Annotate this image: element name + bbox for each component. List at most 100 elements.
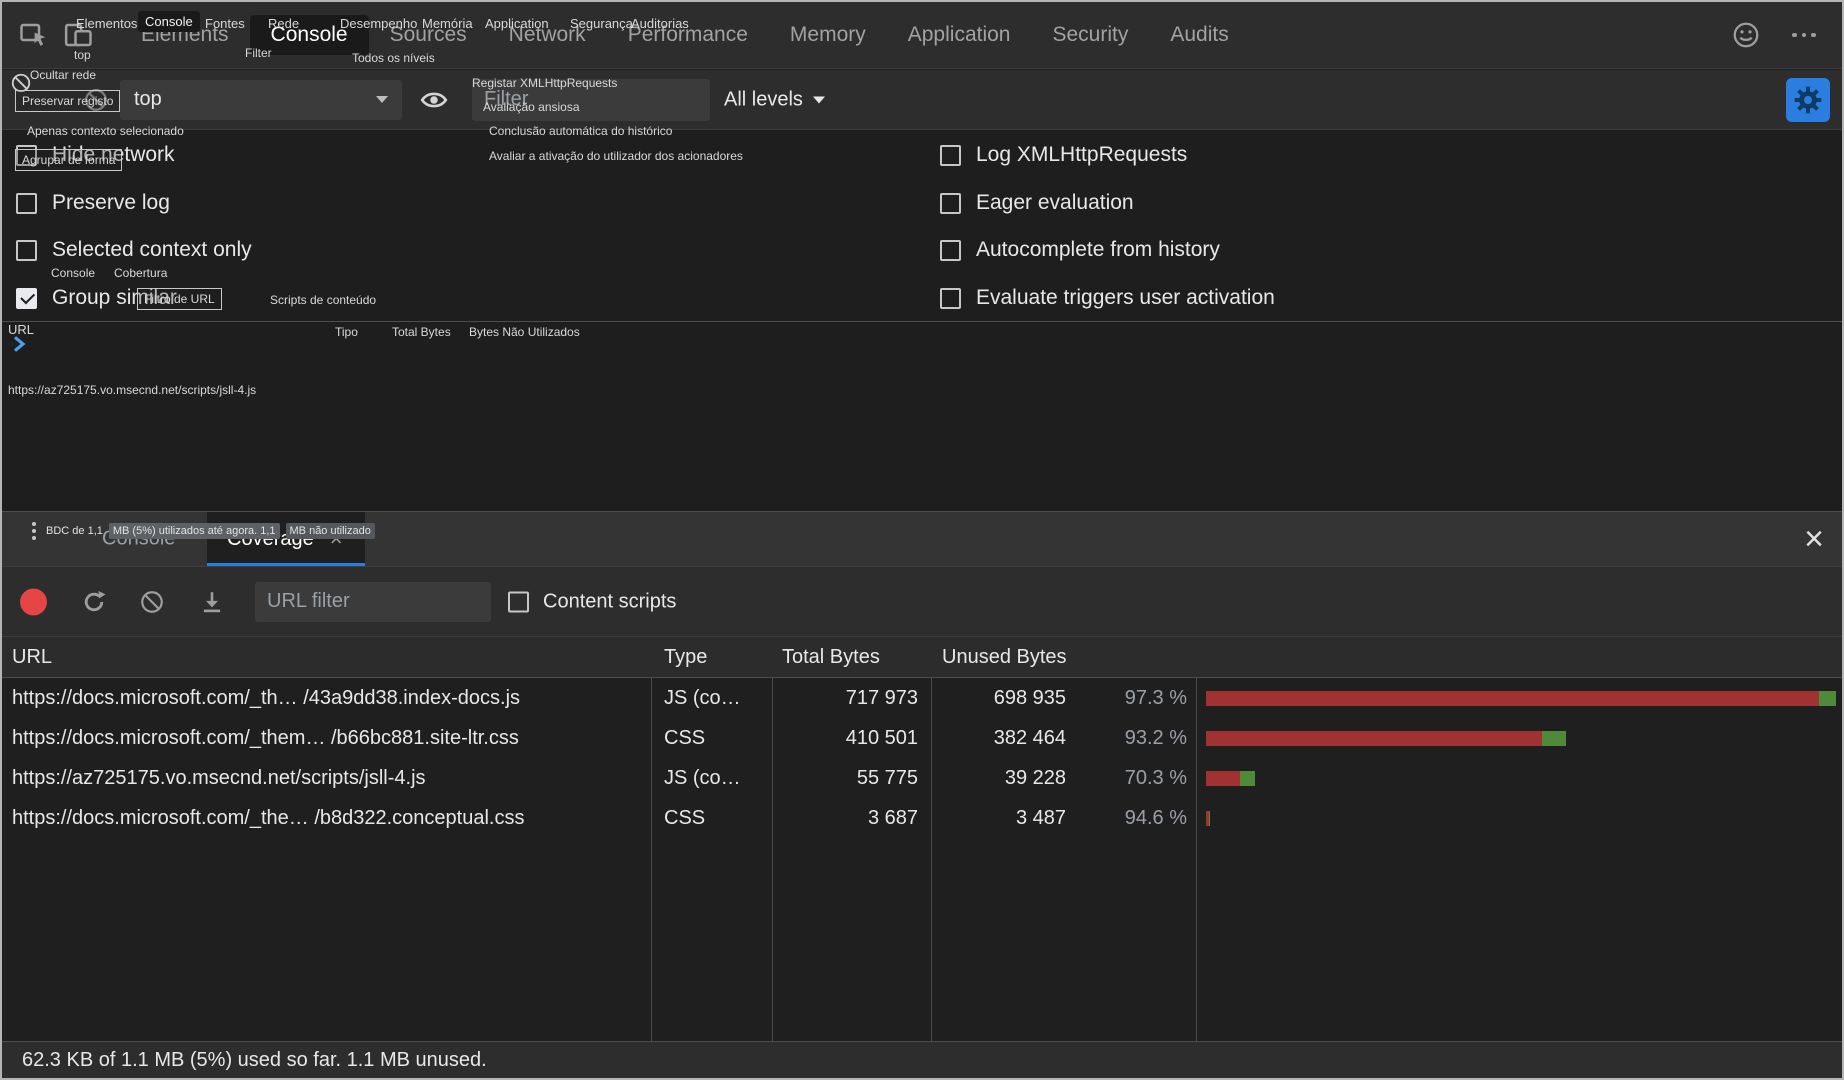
usage-bar	[1206, 731, 1836, 746]
setting-label: Group similar	[52, 286, 177, 310]
checkbox[interactable]	[16, 288, 37, 309]
coverage-toolbar: Content scripts	[2, 567, 1842, 637]
setting-selected-context-only[interactable]: Selected context only	[16, 235, 252, 265]
tab-sources[interactable]: Sources	[369, 15, 488, 55]
row-type: CSS	[664, 798, 705, 838]
coverage-summary-text: 62.3 KB of 1.1 MB (5%) used so far. 1.1 …	[22, 1049, 487, 1072]
setting-label: Autocomplete from history	[976, 238, 1220, 262]
row-unused-bytes: 382 464	[936, 718, 1066, 758]
row-type: CSS	[664, 718, 705, 758]
drawer-tab-coverage[interactable]: Coverage ×	[207, 512, 365, 566]
feedback-smiley-icon[interactable]	[1724, 13, 1768, 57]
console-settings-panel: Hide network Preserve log Selected conte…	[2, 130, 1842, 322]
live-expression-eye-icon[interactable]	[412, 78, 456, 122]
row-url: https://az725175.vo.msecnd.net/scripts/j…	[12, 758, 426, 798]
export-download-icon[interactable]	[190, 580, 234, 624]
row-total-bytes: 3 687	[782, 798, 918, 838]
panel-tabs: Elements Console Sources Network Perform…	[120, 15, 1250, 55]
header-total-bytes[interactable]: Total Bytes	[782, 637, 880, 677]
content-scripts-toggle[interactable]: Content scripts	[508, 590, 676, 613]
setting-log-xhr[interactable]: Log XMLHttpRequests	[940, 140, 1187, 170]
tab-performance[interactable]: Performance	[607, 15, 769, 55]
coverage-table-header: URL Type Total Bytes Unused Bytes	[2, 637, 1842, 678]
tab-elements[interactable]: Elements	[120, 15, 250, 55]
tab-network[interactable]: Network	[488, 15, 607, 55]
chevron-down-icon	[376, 96, 388, 103]
row-total-bytes: 410 501	[782, 718, 918, 758]
coverage-status-bar: 62.3 KB of 1.1 MB (5%) used so far. 1.1 …	[2, 1041, 1842, 1078]
context-selector-value: top	[134, 88, 162, 111]
checkbox[interactable]	[16, 240, 37, 261]
row-unused-percent: 97.3 %	[1068, 678, 1187, 718]
console-toolbar: top All levels	[2, 70, 1842, 130]
inspect-element-icon[interactable]	[12, 13, 56, 57]
drawer-tabbar: Console Coverage × ×	[2, 511, 1842, 567]
unused-bar-segment	[1206, 731, 1542, 746]
checkbox[interactable]	[940, 193, 961, 214]
setting-label: Eager evaluation	[976, 191, 1134, 215]
checkbox[interactable]	[940, 145, 961, 166]
more-options-icon[interactable]	[1782, 13, 1826, 57]
unused-bar-segment	[1206, 771, 1240, 786]
tab-audits[interactable]: Audits	[1149, 15, 1249, 55]
row-unused-percent: 94.6 %	[1068, 798, 1187, 838]
usage-bar	[1206, 771, 1836, 786]
devtools-main-toolbar: Elements Console Sources Network Perform…	[2, 2, 1842, 69]
device-toolbar-icon[interactable]	[56, 13, 100, 57]
clear-console-icon[interactable]	[74, 78, 118, 122]
setting-autocomplete-history[interactable]: Autocomplete from history	[940, 235, 1220, 265]
content-scripts-label: Content scripts	[543, 590, 676, 613]
setting-hide-network[interactable]: Hide network	[16, 140, 175, 170]
tab-memory[interactable]: Memory	[769, 15, 887, 55]
row-url: https://docs.microsoft.com/_th… /43a9dd3…	[12, 678, 520, 718]
gear-icon	[1792, 84, 1824, 116]
url-filter-input[interactable]	[255, 582, 491, 622]
checkbox[interactable]	[16, 145, 37, 166]
context-selector[interactable]: top	[120, 80, 402, 120]
tab-application[interactable]: Application	[887, 15, 1032, 55]
setting-group-similar[interactable]: Group similar	[16, 283, 177, 313]
row-total-bytes: 55 775	[782, 758, 918, 798]
drawer-close-icon[interactable]: ×	[1804, 522, 1824, 556]
setting-preserve-log[interactable]: Preserve log	[16, 188, 170, 218]
setting-label: Log XMLHttpRequests	[976, 143, 1187, 167]
row-type: JS (co…	[664, 678, 741, 718]
setting-eager-evaluation[interactable]: Eager evaluation	[940, 188, 1134, 218]
setting-label: Preserve log	[52, 191, 170, 215]
record-coverage-button[interactable]	[20, 588, 47, 615]
console-messages-area[interactable]	[2, 322, 1842, 511]
used-bar-segment	[1819, 691, 1836, 706]
row-unused-bytes: 3 487	[936, 798, 1066, 838]
checkbox[interactable]	[508, 591, 529, 612]
devtools-window: Elements Console Sources Network Perform…	[0, 0, 1844, 1080]
coverage-row[interactable]: https://az725175.vo.msecnd.net/scripts/j…	[2, 758, 1842, 798]
header-url[interactable]: URL	[12, 637, 52, 677]
header-type[interactable]: Type	[664, 637, 707, 677]
clear-coverage-icon[interactable]	[130, 580, 174, 624]
checkbox[interactable]	[940, 288, 961, 309]
drawer-tab-console[interactable]: Console	[102, 528, 175, 551]
console-settings-gear-button[interactable]	[1786, 78, 1830, 122]
row-unused-percent: 70.3 %	[1068, 758, 1187, 798]
row-type: JS (co…	[664, 758, 741, 798]
coverage-row[interactable]: https://docs.microsoft.com/_th… /43a9dd3…	[2, 678, 1842, 718]
row-total-bytes: 717 973	[782, 678, 918, 718]
coverage-row[interactable]: https://docs.microsoft.com/_them… /b66bc…	[2, 718, 1842, 758]
setting-evaluate-triggers[interactable]: Evaluate triggers user activation	[940, 283, 1275, 313]
unused-bar-segment	[1206, 691, 1819, 706]
setting-label: Hide network	[52, 143, 175, 167]
console-filter-input[interactable]	[472, 79, 710, 121]
coverage-table: URL Type Total Bytes Unused Bytes https:…	[2, 637, 1842, 1041]
header-unused-bytes[interactable]: Unused Bytes	[942, 637, 1067, 677]
tab-security[interactable]: Security	[1031, 15, 1149, 55]
usage-bar	[1206, 811, 1836, 826]
tab-console[interactable]: Console	[250, 15, 369, 55]
coverage-row[interactable]: https://docs.microsoft.com/_the… /b8d322…	[2, 798, 1842, 838]
row-url: https://docs.microsoft.com/_them… /b66bc…	[12, 718, 519, 758]
used-bar-segment	[1542, 731, 1567, 746]
reload-icon[interactable]	[72, 580, 116, 624]
log-levels-dropdown[interactable]: All levels	[724, 88, 825, 111]
checkbox[interactable]	[16, 193, 37, 214]
tab-close-icon[interactable]: ×	[330, 528, 343, 550]
checkbox[interactable]	[940, 240, 961, 261]
